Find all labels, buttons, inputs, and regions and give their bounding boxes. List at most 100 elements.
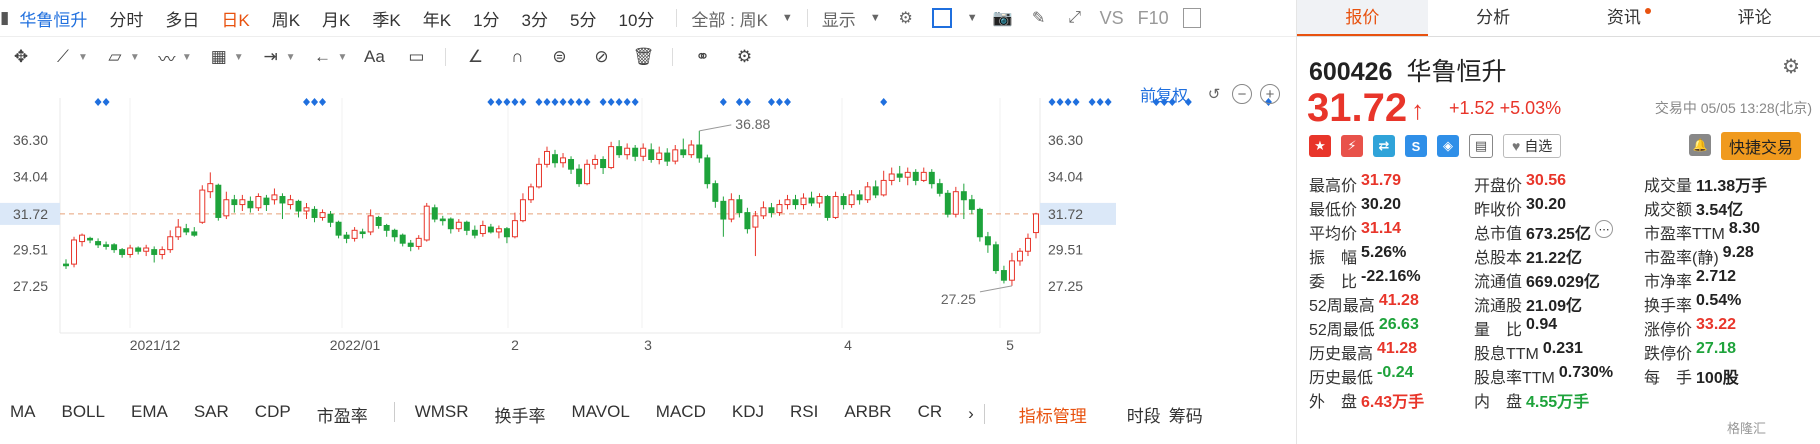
candle-body xyxy=(672,149,679,162)
indicator-manage-button[interactable]: 指标管理 xyxy=(1019,402,1087,427)
kline-chart[interactable]: 36.30 36.30 34.04 34.04 29.51 29.51 27.25 27.25… xyxy=(0,78,1300,390)
tab-period[interactable]: 3分 xyxy=(522,6,548,31)
vs-button[interactable]: VS xyxy=(1100,8,1124,29)
candle-body xyxy=(616,146,623,156)
candlestick-chart[interactable]: 36.30 36.30 34.04 34.04 29.51 29.51 27.25 27.25… xyxy=(0,78,1296,390)
square-icon[interactable] xyxy=(931,7,953,29)
period-select[interactable]: 全部 : 周K xyxy=(691,6,768,31)
indicator-item[interactable]: CR xyxy=(918,402,943,427)
indicator-item[interactable]: MA xyxy=(10,402,36,427)
candle-body xyxy=(632,147,639,157)
indicator-item[interactable]: WMSR xyxy=(415,402,469,427)
bell-icon[interactable]: 🔔 xyxy=(1689,134,1711,156)
indicator-item[interactable]: 市盈率 xyxy=(317,402,368,427)
indicator-item[interactable]: MACD xyxy=(656,402,706,427)
indicator-item[interactable]: BOLL xyxy=(62,402,105,427)
zoom-in-icon[interactable]: + xyxy=(1260,84,1281,104)
tab-news[interactable]: 资讯 xyxy=(1559,0,1690,36)
candle-body xyxy=(680,149,687,156)
move-icon[interactable]: ✥ xyxy=(6,47,36,67)
tab-period[interactable]: 季K xyxy=(372,6,400,31)
candle-body xyxy=(640,147,647,157)
display-button[interactable]: 显示 xyxy=(822,6,856,31)
text-tool-icon[interactable]: Aa xyxy=(359,47,389,67)
chevron-down-icon[interactable]: ▼ xyxy=(234,52,244,63)
gear-icon[interactable]: ⚙ xyxy=(1782,54,1800,79)
candle-body xyxy=(391,229,398,238)
tab-period[interactable]: 5分 xyxy=(570,6,596,31)
f10-button[interactable]: F10 xyxy=(1138,8,1169,29)
dollar-icon[interactable]: S xyxy=(1405,135,1427,157)
reset-icon[interactable]: ↺ xyxy=(1204,84,1224,104)
adjust-mode-button[interactable]: 前复权 xyxy=(1140,82,1188,106)
channel-tool-icon[interactable]: ▱ xyxy=(100,47,130,67)
chevron-down-icon[interactable]: ▼ xyxy=(967,12,978,24)
zoom-out-icon[interactable]: − xyxy=(1232,84,1253,104)
indicator-item[interactable]: KDJ xyxy=(732,402,764,427)
indicator-item[interactable]: CDP xyxy=(255,402,291,427)
fibonacci-icon[interactable]: ▦ xyxy=(204,47,234,67)
candle-body xyxy=(1000,270,1007,281)
quick-trade-button[interactable]: 快捷交易 xyxy=(1721,132,1802,160)
tab-period[interactable]: 10分 xyxy=(618,6,654,31)
indicator-item[interactable]: RSI xyxy=(790,402,818,427)
tab-analysis[interactable]: 分析 xyxy=(1428,0,1559,36)
tab-period[interactable]: 多日 xyxy=(165,6,199,31)
arrow-tool-icon[interactable]: ← xyxy=(308,47,338,67)
tab-period[interactable]: 日K xyxy=(221,6,249,31)
chevron-down-icon[interactable]: ▼ xyxy=(338,52,348,63)
quote-value: 8.30 xyxy=(1728,220,1761,237)
chevron-down-icon[interactable]: ▼ xyxy=(182,52,192,63)
tab-comments[interactable]: 评论 xyxy=(1689,0,1820,36)
chevron-down-icon[interactable]: ▼ xyxy=(130,52,140,63)
tab-period[interactable]: 1分 xyxy=(473,6,499,31)
trash-icon[interactable]: 🗑 xyxy=(628,47,658,67)
quote-value: 0.54% xyxy=(1696,292,1742,309)
chevron-down-icon[interactable]: ▼ xyxy=(286,52,296,63)
chip-button[interactable]: 筹码 xyxy=(1169,402,1203,427)
panel-tabs: 报价 分析 资讯 评论 xyxy=(1297,0,1820,37)
panel-toggle-icon[interactable] xyxy=(1182,8,1201,28)
indicator-item[interactable]: 换手率 xyxy=(495,402,546,427)
tab-quote[interactable]: 报价 xyxy=(1297,0,1428,36)
camera-icon[interactable]: 📷 xyxy=(992,7,1014,29)
tab-period[interactable]: 周K xyxy=(272,6,300,31)
comment-icon[interactable]: ▭ xyxy=(401,47,431,67)
candle-body xyxy=(287,199,294,206)
link-icon[interactable]: ⚭ xyxy=(687,47,717,67)
tab-period[interactable]: 月K xyxy=(322,6,350,31)
quote-cell: 昨收价 30.20 xyxy=(1474,196,1644,220)
tag-icon[interactable]: ◈ xyxy=(1437,135,1459,157)
watchlist-button[interactable]: ♥ 自选 xyxy=(1503,134,1562,158)
settings-icon[interactable]: ⚙ xyxy=(729,47,759,67)
wave-tool-icon[interactable]: 〰 xyxy=(152,45,182,70)
flash-icon[interactable]: ⚡ xyxy=(1341,135,1363,157)
stock-name-tab[interactable]: 华鲁恒升 xyxy=(19,6,87,31)
quote-label: 成交量 xyxy=(1644,178,1693,195)
indicator-item[interactable]: SAR xyxy=(194,402,229,427)
session-button[interactable]: 时段 xyxy=(1127,402,1161,427)
line-tool-icon[interactable]: ⟋ xyxy=(48,47,78,67)
range-tool-icon[interactable]: ⇥ xyxy=(256,47,286,67)
book-icon[interactable]: ▤ xyxy=(1469,134,1493,158)
collapse-icon[interactable]: ▮ xyxy=(0,8,9,28)
magnet-icon[interactable]: ∩ xyxy=(502,47,532,67)
chevron-down-icon[interactable]: ▼ xyxy=(870,12,881,24)
indicator-item[interactable]: MAVOL xyxy=(572,402,630,427)
shuffle-icon[interactable]: ⇄ xyxy=(1373,135,1395,157)
more-icon[interactable]: ⋯ xyxy=(1594,220,1613,238)
tab-period[interactable]: 分时 xyxy=(109,6,143,31)
chevron-right-icon[interactable]: › xyxy=(968,404,974,424)
tab-period[interactable]: 年K xyxy=(423,6,451,31)
candle-body xyxy=(519,199,526,222)
pencil-icon[interactable]: ✎ xyxy=(1028,7,1050,29)
fullscreen-icon[interactable]: ⤢ xyxy=(1064,7,1086,29)
indicator-item[interactable]: ARBR xyxy=(844,402,891,427)
chevron-down-icon[interactable]: ▼ xyxy=(78,52,88,63)
chevron-down-icon[interactable]: ▼ xyxy=(782,12,793,24)
ruler-icon[interactable]: ∠ xyxy=(460,47,490,67)
indicator-item[interactable]: EMA xyxy=(131,402,168,427)
eye-icon[interactable]: ⊜ xyxy=(544,47,574,67)
hide-icon[interactable]: ⊘ xyxy=(586,47,616,67)
gear-icon[interactable]: ⚙ xyxy=(895,7,917,29)
